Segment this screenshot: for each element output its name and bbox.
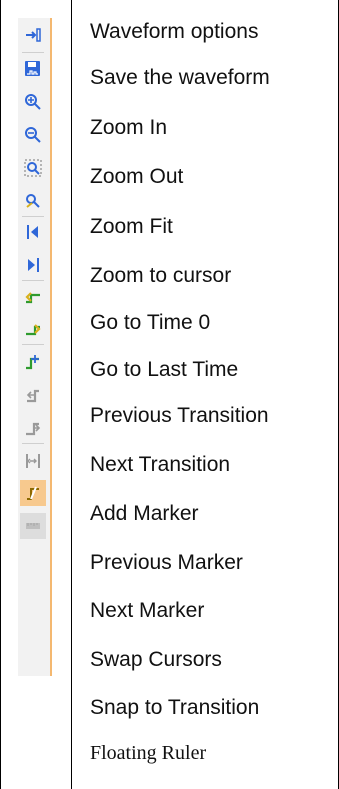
zoom-fit-icon [20,155,46,181]
toolbar-separator [22,443,44,444]
legend-item-add-marker: Add Marker [90,502,199,525]
legend-item-floating-ruler: Floating Ruler [90,742,207,764]
next-marker-icon [20,415,46,441]
legend-item-previous-transition: Previous Transition [90,404,269,427]
toolbar-separator [22,344,44,345]
zoom-in-icon [20,89,46,115]
legend-item-next-transition: Next Transition [90,453,231,476]
legend-item-zoom-fit: Zoom Fit [90,215,173,238]
waveform-options-icon [20,22,46,48]
legend-item-zoom-to-cursor: Zoom to cursor [90,264,232,287]
legend-item-go-to-last-time: Go to Last Time [90,358,239,381]
toolbar-separator [22,216,44,217]
previous-transition-icon [20,284,46,310]
toolbar-separator [22,52,44,53]
legend-text-column: Waveform options Save the waveform Zoom … [90,0,338,789]
legend-item-previous-marker: Previous Marker [90,551,243,574]
legend-item-snap-to-transition: Snap to Transition [90,696,260,719]
table-left-border [0,0,1,789]
legend-item-save-waveform: Save the waveform [90,66,270,89]
toolbar-separator [22,280,44,281]
zoom-to-cursor-icon [20,188,46,214]
save-waveform-icon [20,56,46,82]
legend-item-zoom-in: Zoom In [90,116,168,139]
waveform-toolbar [18,18,52,676]
swap-cursors-icon [20,448,46,474]
floating-ruler-icon [20,513,46,539]
go-to-time-0-icon [20,219,46,245]
legend-item-next-marker: Next Marker [90,599,205,622]
legend-item-go-to-time-0: Go to Time 0 [90,311,211,334]
legend-item-swap-cursors: Swap Cursors [90,648,222,671]
legend-item-zoom-out: Zoom Out [90,165,184,188]
snap-to-transition-icon [20,480,46,506]
column-divider [71,0,72,789]
add-marker-icon [20,349,46,375]
zoom-out-icon [20,122,46,148]
legend-item-waveform-options: Waveform options [90,20,259,43]
go-to-last-time-icon [20,252,46,278]
next-transition-icon [20,316,46,342]
previous-marker-icon [20,382,46,408]
